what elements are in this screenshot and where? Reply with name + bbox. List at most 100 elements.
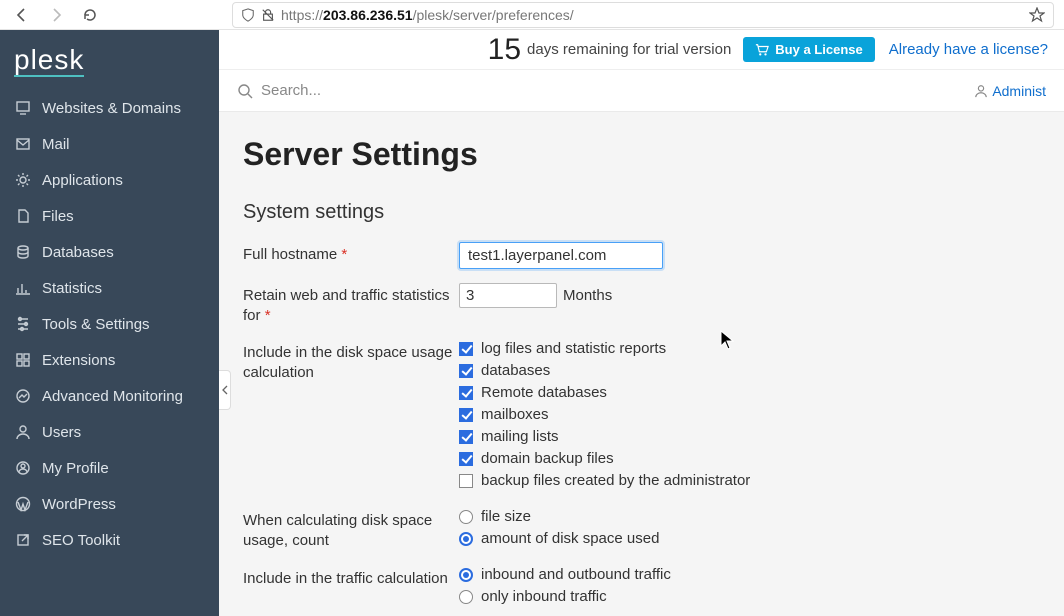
sidebar-item-label: Files (42, 208, 74, 225)
buy-license-label: Buy a License (775, 42, 862, 57)
sidebar-item-extensions[interactable]: Extensions (0, 342, 219, 378)
sidebar-item-label: Websites & Domains (42, 100, 181, 117)
checkbox[interactable] (459, 452, 473, 466)
sidebar-item-advanced-monitoring[interactable]: Advanced Monitoring (0, 378, 219, 414)
mouse-cursor-icon (720, 330, 734, 350)
sidebar-item-label: Tools & Settings (42, 316, 150, 333)
checkbox[interactable] (459, 430, 473, 444)
checkbox-row: log files and statistic reports (459, 340, 1040, 357)
forward-button[interactable] (44, 3, 68, 27)
content: Server Settings System settings Full hos… (219, 112, 1064, 616)
reload-button[interactable] (78, 3, 102, 27)
sidebar-item-label: Users (42, 424, 81, 441)
checkbox[interactable] (459, 474, 473, 488)
sidebar-item-databases[interactable]: Databases (0, 234, 219, 270)
count-label: When calculating disk space usage, count (243, 508, 459, 551)
checkbox-label: Remote databases (481, 384, 607, 401)
checkbox[interactable] (459, 408, 473, 422)
radio[interactable] (459, 590, 473, 604)
user-icon (14, 423, 32, 441)
checkbox[interactable] (459, 386, 473, 400)
bars-icon (14, 279, 32, 297)
main-area: 15 days remaining for trial version Buy … (219, 30, 1064, 616)
buy-license-button[interactable]: Buy a License (743, 37, 874, 62)
sidebar-item-label: Advanced Monitoring (42, 388, 183, 405)
retain-months-input[interactable] (459, 283, 557, 308)
user-icon (974, 84, 988, 98)
radio[interactable] (459, 532, 473, 546)
profile-icon (14, 459, 32, 477)
checkbox-label: mailboxes (481, 406, 549, 423)
hostname-label: Full hostname * (243, 242, 459, 265)
checkbox-row: mailboxes (459, 406, 1040, 423)
radio-row: only inbound traffic (459, 588, 1040, 605)
bookmark-star-icon[interactable] (1029, 7, 1045, 23)
radio-row: amount of disk space used (459, 530, 1040, 547)
sidebar-item-label: Mail (42, 136, 70, 153)
url-bar[interactable]: https://203.86.236.51/plesk/server/prefe… (232, 2, 1054, 28)
radio-label: file size (481, 508, 531, 525)
extensions-icon (14, 351, 32, 369)
sidebar-item-label: SEO Toolkit (42, 532, 120, 549)
sidebar-item-applications[interactable]: Applications (0, 162, 219, 198)
shield-icon (241, 8, 255, 22)
sidebar-item-label: Statistics (42, 280, 102, 297)
checkbox-label: databases (481, 362, 550, 379)
checkbox-label: domain backup files (481, 450, 614, 467)
sidebar-item-label: My Profile (42, 460, 109, 477)
radio[interactable] (459, 510, 473, 524)
trial-label: days remaining for trial version (527, 41, 731, 58)
checkbox-label: backup files created by the administrato… (481, 472, 750, 489)
sidebar-item-files[interactable]: Files (0, 198, 219, 234)
back-button[interactable] (10, 3, 34, 27)
sidebar: plesk Websites & Domains Mail Applications… (0, 30, 219, 616)
external-icon (14, 531, 32, 549)
retain-stats-label: Retain web and traffic statistics for * (243, 283, 459, 326)
stack-icon (14, 243, 32, 261)
checkbox-row: Remote databases (459, 384, 1040, 401)
radio-label: inbound and outbound traffic (481, 566, 671, 583)
sidebar-item-seo-toolkit[interactable]: SEO Toolkit (0, 522, 219, 558)
sidebar-item-statistics[interactable]: Statistics (0, 270, 219, 306)
diskspace-include-label: Include in the disk space usage calculat… (243, 340, 459, 383)
file-icon (14, 207, 32, 225)
search-input[interactable] (261, 82, 974, 99)
trial-days: 15 (488, 33, 521, 67)
lock-icon (261, 8, 275, 22)
url-text: https://203.86.236.51/plesk/server/prefe… (281, 7, 1021, 23)
sliders-icon (14, 315, 32, 333)
checkbox-row: backup files created by the administrato… (459, 472, 1040, 489)
monitor-icon (14, 99, 32, 117)
radio[interactable] (459, 568, 473, 582)
cart-icon (755, 43, 769, 57)
checkbox-row: domain backup files (459, 450, 1040, 467)
already-have-license-link[interactable]: Already have a license? (889, 41, 1048, 58)
plesk-logo[interactable]: plesk (0, 30, 219, 90)
radio-label: amount of disk space used (481, 530, 659, 547)
search-icon (237, 83, 253, 99)
wordpress-icon (14, 495, 32, 513)
sidebar-item-tools-settings[interactable]: Tools & Settings (0, 306, 219, 342)
mail-icon (14, 135, 32, 153)
sidebar-item-wordpress[interactable]: WordPress (0, 486, 219, 522)
sidebar-item-my-profile[interactable]: My Profile (0, 450, 219, 486)
sidebar-item-users[interactable]: Users (0, 414, 219, 450)
checkbox-label: log files and statistic reports (481, 340, 666, 357)
sidebar-item-label: Applications (42, 172, 123, 189)
hostname-input[interactable] (459, 242, 663, 269)
sidebar-item-label: Extensions (42, 352, 115, 369)
trial-bar: 15 days remaining for trial version Buy … (219, 30, 1064, 70)
admin-user-link[interactable]: Administ (974, 83, 1046, 99)
sidebar-item-label: Databases (42, 244, 114, 261)
gear-icon (14, 171, 32, 189)
radio-label: only inbound traffic (481, 588, 607, 605)
sidebar-collapse-handle[interactable] (219, 370, 231, 410)
page-title: Server Settings (243, 136, 1040, 173)
sidebar-item-websites-domains[interactable]: Websites & Domains (0, 90, 219, 126)
search-bar: Administ (219, 70, 1064, 112)
browser-bar: https://203.86.236.51/plesk/server/prefe… (0, 0, 1064, 30)
sidebar-item-mail[interactable]: Mail (0, 126, 219, 162)
months-label: Months (563, 287, 612, 304)
checkbox[interactable] (459, 342, 473, 356)
checkbox[interactable] (459, 364, 473, 378)
